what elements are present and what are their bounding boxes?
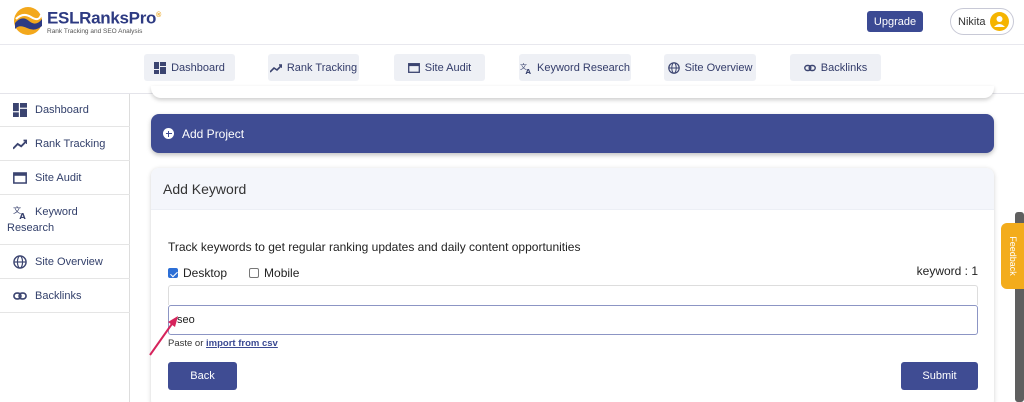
svg-text:A: A [526,68,532,74]
back-button[interactable]: Back [168,362,237,390]
dashboard-icon [13,103,27,117]
keyword-input-top [168,285,978,305]
user-avatar-icon [990,12,1009,31]
topnav-label: Site Audit [424,61,472,74]
sidebar-item-rank-tracking[interactable]: Rank Tracking [0,127,130,161]
sidebar-item-label: Backlinks [35,290,82,302]
sidebar-item-label: Site Overview [35,256,103,268]
sidebar-item-backlinks[interactable]: Backlinks [0,279,130,313]
topnav-label: Site Overview [684,61,753,74]
brand-trademark: ® [156,11,161,19]
topnav-rank-tracking[interactable]: Rank Tracking [268,54,359,81]
logo-mark-icon [14,7,42,35]
sidebar-item-label: Site Audit [35,172,82,184]
sidebar-item-label-line2: Research [7,222,55,234]
user-menu[interactable]: Nikita [950,8,1014,35]
desktop-label[interactable]: Desktop [183,266,227,280]
brand-logo[interactable]: ESLRanksPro® Rank Tracking and SEO Analy… [13,6,161,36]
sidebar-item-dashboard[interactable]: Dashboard [0,94,130,127]
translate-icon: 文A [13,205,26,219]
paste-hint: Paste or import from csv [168,338,278,349]
add-keyword-description: Track keywords to get regular ranking up… [168,240,581,254]
mobile-checkbox[interactable] [249,268,260,278]
browser-icon [407,62,420,73]
user-name: Nikita [958,15,986,28]
mobile-label[interactable]: Mobile [264,266,299,280]
globe-icon [13,255,27,269]
browser-icon [13,172,27,184]
trend-icon [13,139,27,150]
svg-text:A: A [19,211,26,219]
globe-icon [667,61,680,74]
link-icon [13,292,27,300]
add-keyword-title: Add Keyword [151,168,994,210]
brand-tagline: Rank Tracking and SEO Analysis [47,28,143,36]
sidebar-item-site-overview[interactable]: Site Overview [0,245,130,279]
sidebar-item-label: Keyword [35,206,78,218]
feedback-label: Feedback [1007,236,1018,276]
add-project-label: Add Project [182,126,245,141]
topnav-label: Backlinks [820,61,868,74]
sidebar: Dashboard Rank Tracking Site Audit 文A Ke… [0,94,130,402]
topnav-label: Dashboard [171,61,225,74]
link-icon [803,64,816,71]
previous-card-edge [151,86,994,98]
topnav-site-overview[interactable]: Site Overview [664,54,756,81]
topnav-dashboard[interactable]: Dashboard [144,54,235,81]
submit-button[interactable]: Submit [901,362,978,390]
annotation-arrow-icon [149,316,178,356]
topnav-label: Keyword Research [537,61,630,74]
brand-name: ESLRanksPro [47,8,157,28]
topnav-site-audit[interactable]: Site Audit [394,54,485,81]
app-header: ESLRanksPro® Rank Tracking and SEO Analy… [0,0,1024,45]
add-project-bar[interactable]: Add Project [151,114,994,153]
sidebar-item-label: Dashboard [35,104,89,116]
sidebar-item-site-audit[interactable]: Site Audit [0,161,130,195]
keyword-input[interactable] [168,305,978,335]
import-csv-link[interactable]: import from csv [206,338,278,349]
topnav-label: Rank Tracking [286,61,358,74]
dashboard-icon [154,61,167,74]
keyword-count: keyword : 1 [916,264,978,278]
translate-icon: 文A [520,62,532,74]
feedback-tab[interactable]: Feedback [1001,223,1024,289]
sidebar-item-keyword-research[interactable]: 文A Keyword Research [0,195,130,245]
trend-icon [269,63,282,73]
upgrade-button[interactable]: Upgrade [867,11,923,32]
main-content: Add Project Add Keyword Track keywords t… [131,86,1011,402]
topnav-backlinks[interactable]: Backlinks [790,54,881,81]
device-options: Desktop Mobile [168,266,299,280]
sidebar-item-label: Rank Tracking [35,138,106,150]
topnav-keyword-research[interactable]: 文A Keyword Research [519,54,631,81]
desktop-checkbox[interactable] [168,268,178,278]
plus-circle-icon [163,128,174,139]
add-keyword-card: Add Keyword Track keywords to get regula… [151,168,994,402]
